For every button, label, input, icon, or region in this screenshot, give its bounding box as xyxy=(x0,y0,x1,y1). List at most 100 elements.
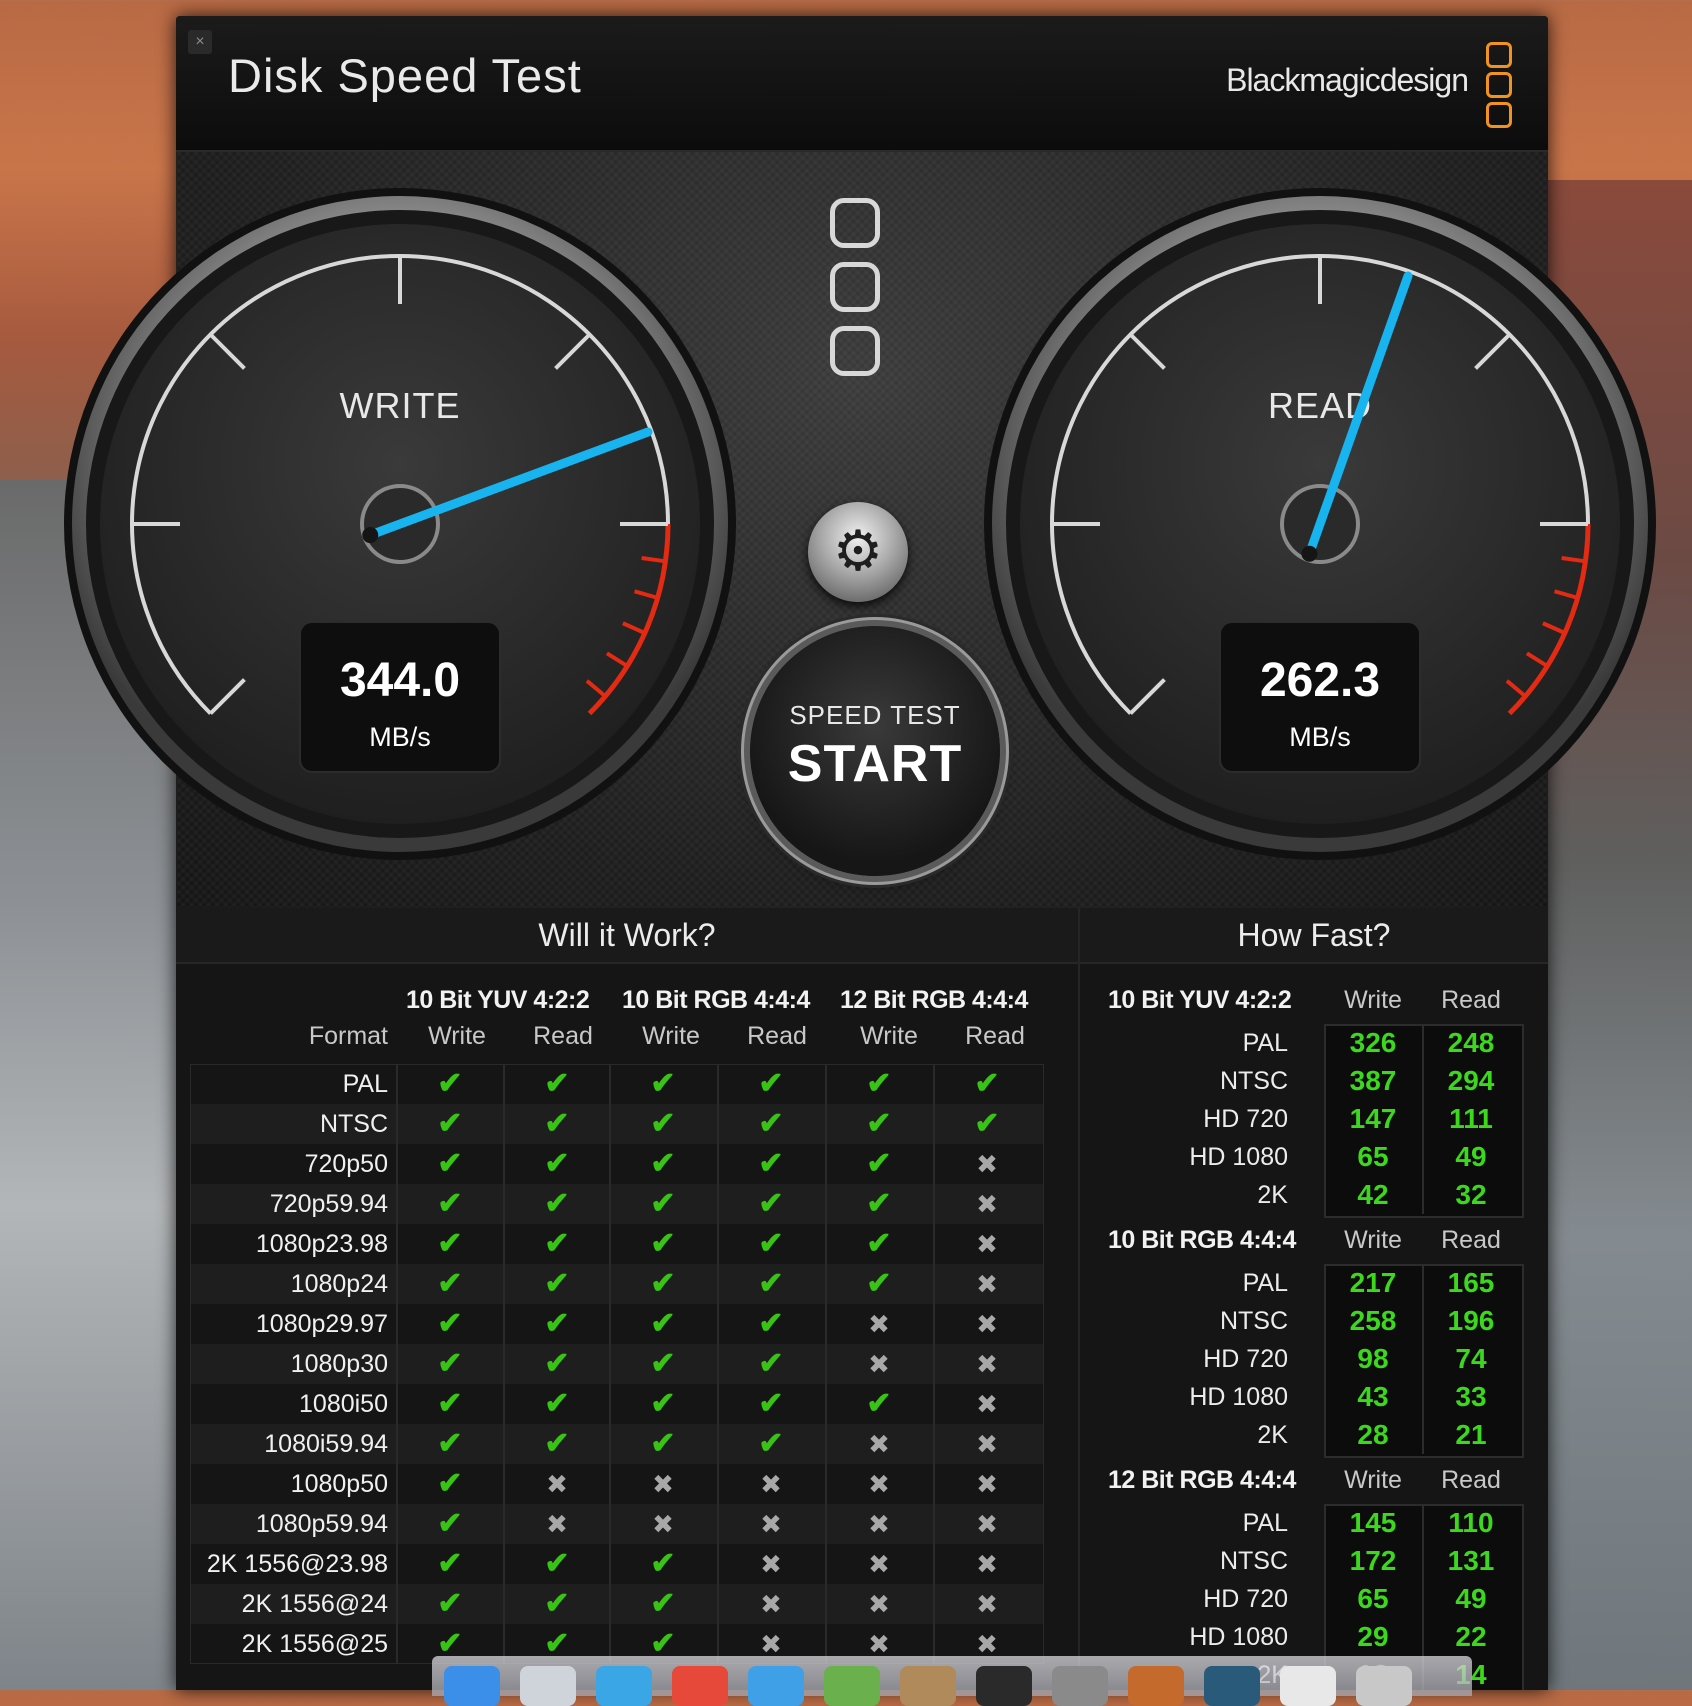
app-store-icon[interactable] xyxy=(748,1666,804,1706)
table-row: 1080p23.98 ✔ ✔ ✔ ✔ ✔ ✖ xyxy=(190,1224,1044,1264)
results-panel: Will it Work? How Fast? 10 Bit YUV 4:2:2… xyxy=(176,908,1548,1690)
cross-icon: ✖ xyxy=(760,1589,782,1619)
check-icon: ✔ xyxy=(437,1187,463,1220)
check-icon: ✔ xyxy=(544,1267,570,1300)
how-fast-read-value: 110 xyxy=(1448,1507,1494,1538)
check-icon: ✔ xyxy=(758,1387,784,1420)
format-label: 1080p59.94 xyxy=(255,1510,388,1538)
cross-icon: ✖ xyxy=(976,1149,998,1179)
format-label: 1080p24 xyxy=(290,1270,388,1298)
check-icon: ✔ xyxy=(650,1267,676,1300)
table-row: NTSC ✔ ✔ ✔ ✔ ✔ ✔ xyxy=(190,1104,1044,1144)
how-fast-row: HD 720 65 49 xyxy=(1078,1580,1548,1618)
how-fast-read-value: 33 xyxy=(1455,1381,1487,1412)
check-icon: ✔ xyxy=(866,1147,892,1180)
check-icon: ✔ xyxy=(437,1507,463,1540)
how-fast-row: PAL 217 165 xyxy=(1078,1264,1548,1302)
how-fast-write-value: 217 xyxy=(1349,1267,1397,1298)
format-label: 1080p23.98 xyxy=(255,1230,388,1258)
how-fast-write-value: 43 xyxy=(1357,1381,1389,1412)
table-row: 1080i59.94 ✔ ✔ ✔ ✔ ✖ ✖ xyxy=(190,1424,1044,1464)
cross-icon: ✖ xyxy=(976,1309,998,1339)
maps-icon[interactable] xyxy=(824,1666,880,1706)
how-fast-read-value: 111 xyxy=(1449,1103,1493,1134)
check-icon: ✔ xyxy=(866,1267,892,1300)
safari-icon[interactable] xyxy=(596,1666,652,1706)
check-icon: ✔ xyxy=(650,1067,676,1100)
check-icon: ✔ xyxy=(544,1227,570,1260)
gauge-unit: MB/s xyxy=(369,722,431,752)
how-fast-format-label: HD 720 xyxy=(1203,1345,1288,1373)
column-header-write: Write xyxy=(860,1022,918,1050)
gauges-layer: WRITE344.0MB/s READ262.3MB/s xyxy=(64,188,1656,860)
how-fast-format-label: 2K xyxy=(1257,1421,1288,1449)
how-fast-format-label: HD 720 xyxy=(1203,1585,1288,1613)
how-fast-format-label: 2K xyxy=(1257,1181,1288,1209)
format-label: 720p59.94 xyxy=(269,1190,388,1218)
finder-icon[interactable] xyxy=(444,1666,500,1706)
gauge-value: 262.3 xyxy=(1260,654,1380,707)
box-icon[interactable] xyxy=(900,1666,956,1706)
cross-icon: ✖ xyxy=(976,1589,998,1619)
cross-icon: ✖ xyxy=(652,1509,674,1539)
how-fast-read-value: 294 xyxy=(1447,1065,1495,1096)
format-label: PAL xyxy=(342,1070,388,1098)
camera-icon[interactable] xyxy=(1204,1666,1260,1706)
gauge-needle-tail xyxy=(1301,545,1318,562)
trash-icon[interactable] xyxy=(1356,1666,1412,1706)
gauge-label: WRITE xyxy=(340,385,461,426)
table-row: 2K 1556@23.98 ✔ ✔ ✔ ✖ ✖ ✖ xyxy=(190,1544,1044,1584)
gauge-needle-tail xyxy=(362,527,379,544)
cross-icon: ✖ xyxy=(868,1589,890,1619)
check-icon: ✔ xyxy=(974,1067,1000,1100)
how-fast-format-label: HD 1080 xyxy=(1189,1143,1288,1171)
how-fast-write-value: 98 xyxy=(1357,1343,1389,1374)
cross-icon: ✖ xyxy=(976,1189,998,1219)
check-icon: ✔ xyxy=(437,1307,463,1340)
check-icon: ✔ xyxy=(437,1267,463,1300)
check-icon: ✔ xyxy=(866,1067,892,1100)
table-row: 2K 1556@24 ✔ ✔ ✔ ✖ ✖ ✖ xyxy=(190,1584,1044,1624)
cross-icon: ✖ xyxy=(976,1269,998,1299)
column-header-read: Read xyxy=(747,1022,807,1050)
how-fast-row: NTSC 387 294 xyxy=(1078,1062,1548,1100)
chrome-icon[interactable] xyxy=(672,1666,728,1706)
how-fast-read-header: Read xyxy=(1441,1466,1501,1494)
format-label: 1080i50 xyxy=(299,1390,388,1418)
firefox-icon[interactable] xyxy=(1128,1666,1184,1706)
disk-utility-icon[interactable] xyxy=(1052,1666,1108,1706)
cross-icon: ✖ xyxy=(868,1349,890,1379)
check-icon: ✔ xyxy=(650,1387,676,1420)
cross-icon: ✖ xyxy=(868,1469,890,1499)
check-icon: ✔ xyxy=(650,1347,676,1380)
check-icon: ✔ xyxy=(544,1067,570,1100)
document-icon[interactable] xyxy=(1280,1666,1336,1706)
check-icon: ✔ xyxy=(437,1587,463,1620)
check-icon: ✔ xyxy=(758,1187,784,1220)
how-fast-row: PAL 145 110 xyxy=(1078,1504,1548,1542)
cross-icon: ✖ xyxy=(976,1549,998,1579)
check-icon: ✔ xyxy=(544,1187,570,1220)
table-row: 1080p50 ✔ ✖ ✖ ✖ ✖ ✖ xyxy=(190,1464,1044,1504)
how-fast-group-header: 10 Bit RGB 4:4:4 xyxy=(1108,1226,1296,1254)
how-fast-read-value: 22 xyxy=(1455,1621,1487,1652)
how-fast-read-value: 131 xyxy=(1447,1545,1495,1576)
movie-clapper-icon[interactable] xyxy=(976,1666,1032,1706)
check-icon: ✔ xyxy=(974,1107,1000,1140)
check-icon: ✔ xyxy=(758,1227,784,1260)
format-label: 2K 1556@24 xyxy=(241,1590,388,1618)
how-fast-write-value: 147 xyxy=(1349,1103,1397,1134)
how-fast-row: HD 1080 43 33 xyxy=(1078,1378,1548,1416)
check-icon: ✔ xyxy=(866,1387,892,1420)
how-fast-format-label: NTSC xyxy=(1219,1067,1288,1095)
check-icon: ✔ xyxy=(866,1107,892,1140)
launchpad-icon[interactable] xyxy=(520,1666,576,1706)
how-fast-read-header: Read xyxy=(1441,1226,1501,1254)
cross-icon: ✖ xyxy=(976,1349,998,1379)
check-icon: ✔ xyxy=(650,1227,676,1260)
how-fast-row: NTSC 172 131 xyxy=(1078,1542,1548,1580)
format-label: 720p50 xyxy=(304,1150,388,1178)
check-icon: ✔ xyxy=(544,1347,570,1380)
check-icon: ✔ xyxy=(758,1307,784,1340)
how-fast-read-value: 49 xyxy=(1455,1141,1487,1172)
